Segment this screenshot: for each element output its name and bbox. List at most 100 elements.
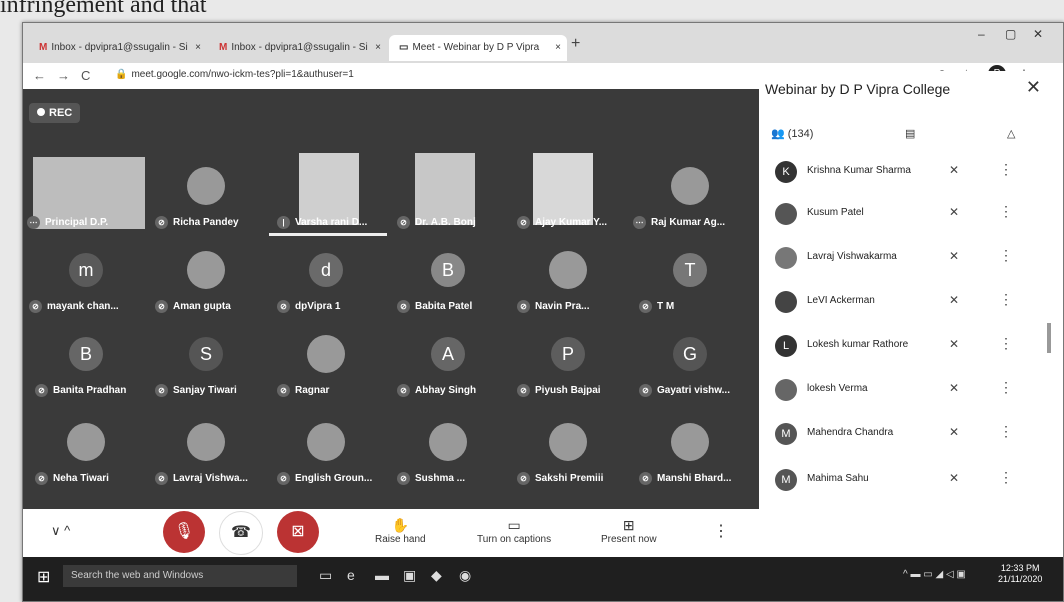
participant-name: ⊘ Sushma ...: [397, 472, 465, 485]
panel-scrollbar[interactable]: [1047, 323, 1051, 353]
chat-icon: ▤: [905, 128, 916, 140]
participant-tile[interactable]: ⊘ Neha Tiwari: [29, 419, 147, 489]
close-panel-button[interactable]: ✕: [1026, 77, 1041, 98]
person-name: Mahima Sahu: [807, 473, 869, 484]
participant-name: ⊘ Ragnar: [277, 384, 329, 397]
url-field[interactable]: 🔒 meet.google.com/nwo-ickm-tes?pli=1&auth…: [115, 69, 354, 80]
participant-tile[interactable]: d ⊘ dpVipra 1: [269, 247, 387, 317]
mic-off-icon: ⊘: [155, 384, 168, 397]
back-icon[interactable]: ←: [33, 68, 46, 83]
participant-tile[interactable]: ⊘ Ajay Kumar Y...: [511, 153, 629, 233]
participant-photo: [307, 335, 345, 373]
participant-tile[interactable]: | Varsha rani D...: [269, 153, 387, 236]
mic-off-icon: ⊘: [397, 300, 410, 313]
meeting-details-button[interactable]: ∨ ^: [51, 523, 70, 539]
close-icon[interactable]: ×: [195, 35, 201, 61]
people-list-item[interactable]: L Lokesh kumar Rathore ✕ ⋮: [759, 329, 1049, 365]
more-options-icon[interactable]: ⋮: [999, 291, 1013, 308]
close-icon[interactable]: ×: [375, 35, 381, 61]
chat-tab[interactable]: ▤: [905, 127, 915, 140]
more-options-icon[interactable]: ⋮: [999, 161, 1013, 178]
mic-off-icon: ⋯: [27, 216, 40, 229]
participant-tile[interactable]: ⊘ Richa Pandey: [149, 163, 267, 233]
participant-tile[interactable]: m ⊘ mayank chan...: [29, 247, 147, 317]
taskbar-search-input[interactable]: Search the web and Windows: [63, 565, 297, 587]
people-list-item[interactable]: LeVI Ackerman ✕ ⋮: [759, 285, 1049, 321]
participant-tile[interactable]: ⋯ Raj Kumar Ag...: [633, 163, 751, 233]
maximize-button[interactable]: ▢: [1005, 27, 1016, 41]
app-icon[interactable]: ◆: [431, 567, 442, 584]
people-list-item[interactable]: Kusum Patel ✕ ⋮: [759, 197, 1049, 233]
task-view-icon[interactable]: ▭: [319, 567, 332, 584]
person-avatar: M: [775, 423, 797, 445]
participant-tile[interactable]: ⊘ Aman gupta: [149, 247, 267, 317]
minimize-button[interactable]: –: [978, 27, 985, 41]
document-top-text: infringement and that: [0, 0, 207, 18]
mic-off-icon: ⊘: [277, 300, 290, 313]
participant-tile[interactable]: ⊘ Manshi Bhard...: [633, 419, 751, 489]
participant-tile[interactable]: ⋯ Principal D.P.: [27, 157, 145, 233]
people-list-item[interactable]: Lavraj Vishwakarma ✕ ⋮: [759, 241, 1049, 277]
person-avatar: K: [775, 161, 797, 183]
store-icon[interactable]: ▣: [403, 567, 416, 584]
captions-button[interactable]: ▭ Turn on captions: [477, 517, 551, 545]
participant-name: ⊘ Babita Patel: [397, 300, 472, 313]
more-options-icon[interactable]: ⋮: [999, 203, 1013, 220]
new-tab-button[interactable]: +: [571, 35, 580, 53]
participant-tile[interactable]: B ⊘ Babita Patel: [391, 247, 509, 317]
mic-toggle-button[interactable]: 🎙: [163, 511, 205, 553]
windows-start-icon[interactable]: ⊞: [37, 567, 50, 587]
captions-icon: ▭: [507, 517, 521, 533]
participant-tile[interactable]: B ⊘ Banita Pradhan: [29, 331, 147, 401]
forward-icon[interactable]: →: [57, 68, 70, 83]
tab-inbox-1[interactable]: M Inbox - dpvipra1@ssugalin - Si ×: [29, 35, 207, 61]
tab-meet[interactable]: ▭ Meet - Webinar by D P Vipra ×: [389, 35, 567, 61]
more-options-icon[interactable]: ⋮: [999, 423, 1013, 440]
people-list-item[interactable]: K Krishna Kumar Sharma ✕ ⋮: [759, 155, 1049, 191]
person-avatar: [775, 291, 797, 313]
participant-tile[interactable]: G ⊘ Gayatri vishw...: [633, 331, 751, 401]
participant-tile[interactable]: ⊘ Sushma ...: [391, 419, 509, 489]
hang-up-icon: ☎: [231, 524, 251, 541]
participant-name: ⊘ Dr. A.B. Bonj: [397, 216, 476, 229]
close-icon[interactable]: ×: [555, 35, 561, 61]
camera-toggle-button[interactable]: ⊠: [277, 511, 319, 553]
more-options-icon[interactable]: ⋮: [999, 247, 1013, 264]
participant-tile[interactable]: ⊘ English Groun...: [269, 419, 387, 489]
participant-tile[interactable]: ⊘ Ragnar: [269, 331, 387, 401]
people-list-item[interactable]: M Mahendra Chandra ✕ ⋮: [759, 417, 1049, 453]
chrome-icon[interactable]: ◉: [459, 567, 471, 584]
participant-tile[interactable]: ⊘ Navin Pra...: [511, 247, 629, 317]
activities-tab[interactable]: △: [1007, 127, 1015, 140]
participant-tile[interactable]: T ⊘ T M: [633, 247, 751, 317]
more-options-icon[interactable]: ⋮: [713, 521, 729, 541]
system-tray[interactable]: ^ ▬ ▭ ◢ ◁ ▣: [903, 569, 966, 580]
leave-call-button[interactable]: ☎: [219, 511, 263, 555]
participant-name: | Varsha rani D...: [277, 216, 367, 229]
tab-inbox-2[interactable]: M Inbox - dpvipra1@ssugalin - Si ×: [209, 35, 387, 61]
mic-off-icon: ⊘: [397, 216, 410, 229]
more-options-icon[interactable]: ⋮: [999, 379, 1013, 396]
participant-tile[interactable]: A ⊘ Abhay Singh: [391, 331, 509, 401]
participant-tile[interactable]: ⊘ Lavraj Vishwa...: [149, 419, 267, 489]
participant-tile[interactable]: ⊘ Dr. A.B. Bonj: [391, 153, 509, 233]
participant-name: ⊘ Richa Pandey: [155, 216, 239, 229]
more-options-icon[interactable]: ⋮: [999, 469, 1013, 486]
participant-avatar: B: [69, 337, 103, 371]
mic-off-icon: ⊘: [517, 384, 530, 397]
file-explorer-icon[interactable]: ▬: [375, 567, 389, 583]
taskbar-clock[interactable]: 12:33 PM 21/11/2020: [998, 563, 1042, 585]
raise-hand-button[interactable]: ✋ Raise hand: [375, 517, 426, 545]
participant-tile[interactable]: ⊘ Sakshi Premiii: [511, 419, 629, 489]
reload-icon[interactable]: C: [81, 68, 90, 83]
present-button[interactable]: ⊞ Present now: [601, 517, 657, 545]
people-list-item[interactable]: lokesh Verma ✕ ⋮: [759, 373, 1049, 409]
people-list-item[interactable]: M Mahima Sahu ✕ ⋮: [759, 463, 1049, 499]
participant-tile[interactable]: S ⊘ Sanjay Tiwari: [149, 331, 267, 401]
more-options-icon[interactable]: ⋮: [999, 335, 1013, 352]
edge-icon[interactable]: e: [347, 567, 355, 583]
participant-tile[interactable]: P ⊘ Piyush Bajpai: [511, 331, 629, 401]
gmail-icon: M: [39, 42, 48, 53]
close-window-button[interactable]: ✕: [1033, 27, 1043, 41]
people-tab[interactable]: 👥 (134): [771, 127, 813, 140]
